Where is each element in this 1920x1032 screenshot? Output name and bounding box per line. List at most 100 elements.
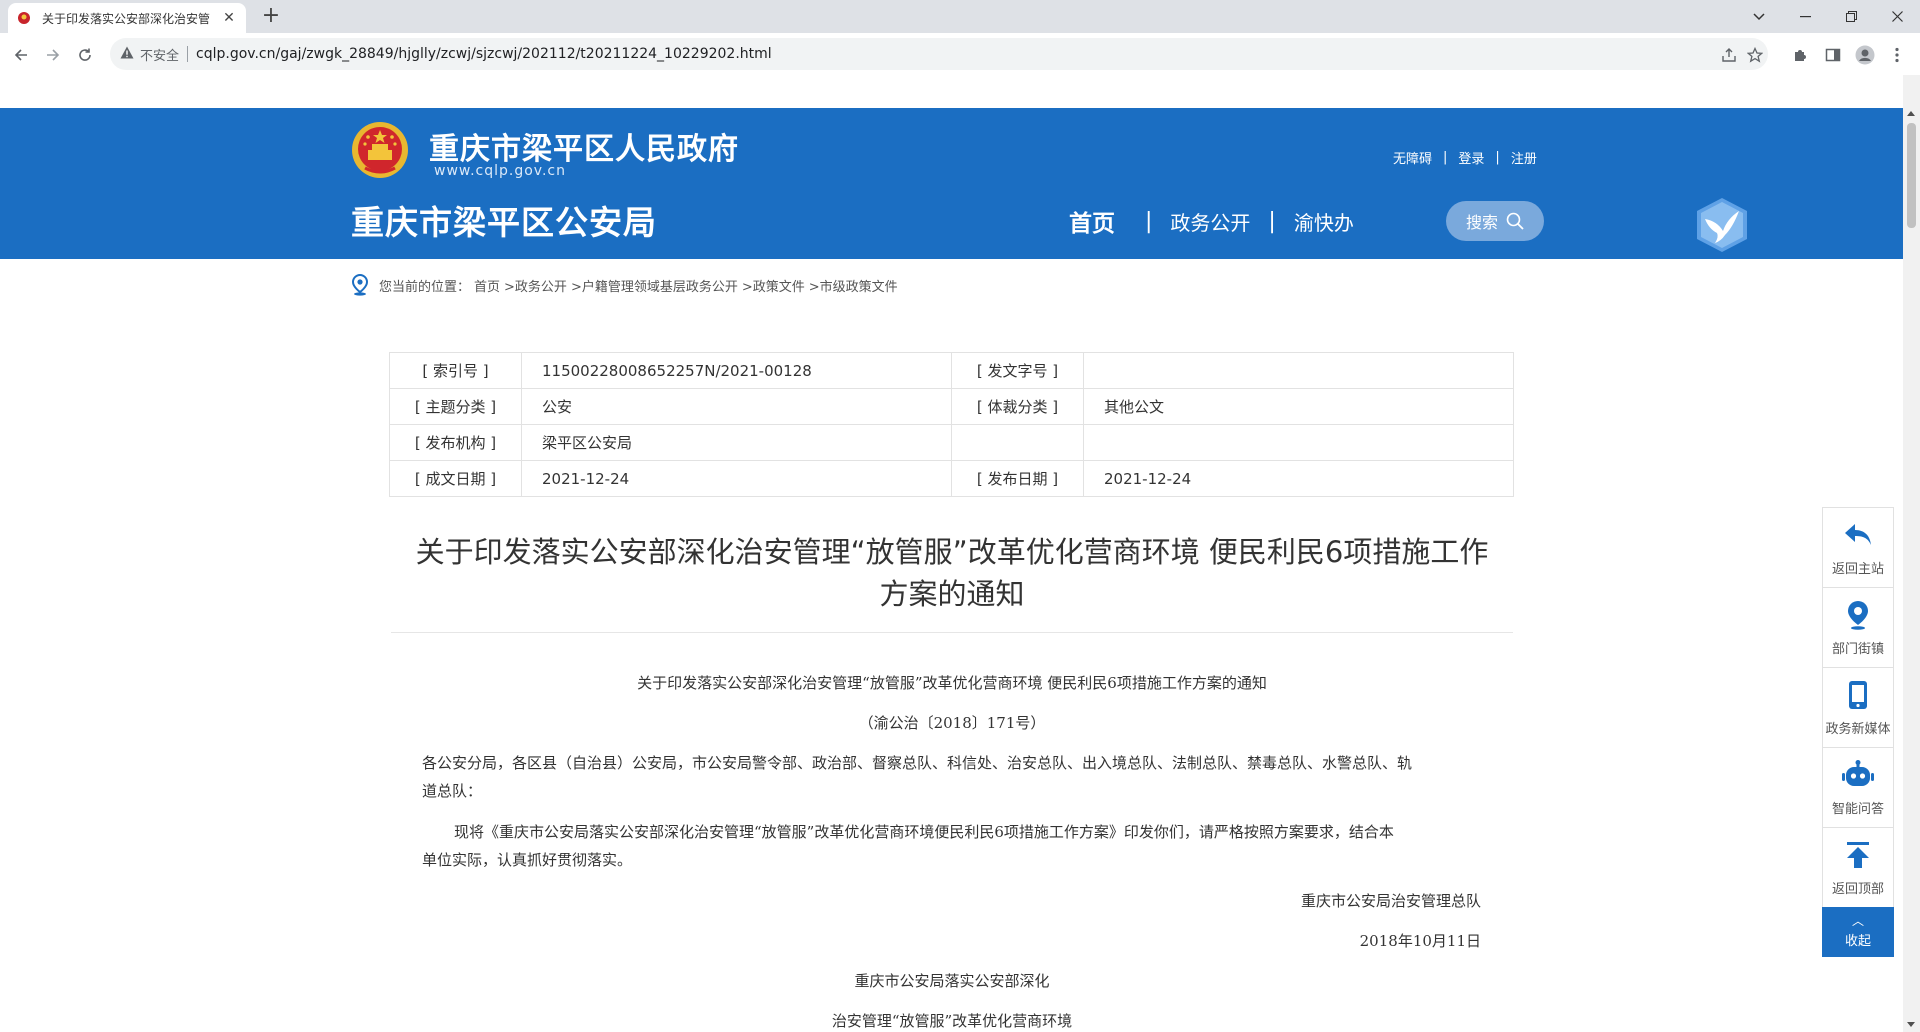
nav-yukuaiban[interactable]: 渝快办 <box>1294 207 1354 236</box>
gov-new-media-button[interactable]: 政务新媒体 <box>1822 667 1894 747</box>
breadcrumb-policy-docs[interactable]: >政策文件 <box>742 276 805 295</box>
meta-label: [ 发布日期 ] <box>951 460 1084 497</box>
nav-separator: | <box>1145 208 1153 234</box>
chevron-up-icon: ︿ <box>1851 914 1864 928</box>
tab-search-icon[interactable] <box>1736 0 1782 33</box>
breadcrumb-gov-affairs[interactable]: >政务公开 <box>504 276 567 295</box>
omnibox-divider <box>187 46 189 62</box>
search-button[interactable]: 搜索 <box>1446 201 1544 241</box>
mobile-phone-icon <box>1841 678 1875 712</box>
collapse-label: 收起 <box>1844 934 1871 949</box>
article-paragraph: 现将《重庆市公安局落实公安部深化治安管理“放管服”改革优化营商环境便民利民6项措… <box>422 818 1512 874</box>
close-window-icon[interactable] <box>1874 0 1920 33</box>
link-separator: | <box>1443 150 1448 165</box>
departments-towns-button[interactable]: 部门街镇 <box>1822 587 1894 667</box>
search-icon <box>1506 212 1524 230</box>
back-icon[interactable] <box>9 43 33 67</box>
title-divider <box>391 632 1513 633</box>
warning-icon[interactable] <box>120 46 134 63</box>
dove-logo-icon[interactable] <box>1695 197 1749 253</box>
profile-avatar-icon[interactable] <box>1855 45 1875 65</box>
scroll-down-arrow-icon[interactable] <box>1907 1022 1915 1027</box>
page-scrollbar[interactable] <box>1903 75 1920 1032</box>
meta-label: [ 体裁分类 ] <box>951 388 1084 425</box>
robot-icon <box>1841 758 1875 792</box>
address-bar[interactable]: 不安全 cqlp.gov.cn/gaj/zwgk_28849/hjglly/zc… <box>110 38 1768 70</box>
gov-site-name[interactable]: 重庆市梁平区人民政府 <box>429 124 739 168</box>
breadcrumb-prefix: 您当前的位置： <box>379 279 471 295</box>
location-marker-icon <box>1841 598 1875 632</box>
meta-value: 其他公文 <box>1083 388 1514 425</box>
site-header: 重庆市梁平区人民政府 www.cqlp.gov.cn 重庆市梁平区公安局 无障碍… <box>0 108 1903 259</box>
breadcrumb-home[interactable]: 首页 <box>474 276 500 295</box>
browser-menu-icon[interactable] <box>1887 45 1907 65</box>
link-separator: | <box>1495 150 1500 165</box>
return-arrow-icon <box>1841 518 1875 552</box>
signer: 重庆市公安局治安管理总队 <box>1300 892 1481 910</box>
restore-icon[interactable] <box>1828 0 1874 33</box>
arrow-up-to-top-icon <box>1841 838 1875 872</box>
article-subtitle: 关于印发落实公安部深化治安管理“放管服”改革优化营商环境 便民利民6项措施工作方… <box>637 674 1267 692</box>
paragraph-line: 现将《重庆市公安局落实公安部深化治安管理“放管服”改革优化营商环境便民利民6项措… <box>454 823 1394 841</box>
meta-value: 公安 <box>521 388 952 425</box>
meta-value: 2021-12-24 <box>521 460 952 497</box>
meta-label: [ 主题分类 ] <box>389 388 522 425</box>
page-viewport: 重庆市梁平区人民政府 www.cqlp.gov.cn 重庆市梁平区公安局 无障碍… <box>0 75 1903 1032</box>
tab-title: 关于印发落实公安部深化治安管 <box>42 11 211 26</box>
main-nav: 首页 | 政务公开 | 渝快办 <box>1069 204 1354 238</box>
floating-sidebar: 返回主站 部门街镇 政务新媒体 智能问答 返回顶部 ︿ 收起 <box>1822 507 1894 957</box>
share-icon[interactable] <box>1720 46 1738 64</box>
meta-value <box>1083 352 1514 389</box>
scroll-up-arrow-icon[interactable] <box>1907 111 1915 116</box>
side-panel-icon[interactable] <box>1823 45 1843 65</box>
meta-value: 梁平区公安局 <box>521 424 952 461</box>
document-number: （渝公治〔2018〕171号） <box>858 714 1046 732</box>
breadcrumb-city-policy[interactable]: >市级政策文件 <box>809 276 898 295</box>
meta-row: [ 索引号 ] 11500228008652257N/2021-00128 [ … <box>389 352 1514 389</box>
nav-gov-affairs[interactable]: 政务公开 <box>1170 207 1250 236</box>
tab-close-icon[interactable]: ✕ <box>220 10 238 26</box>
browser-tabbar: 关于印发落实公安部深化治安管 ✕ + <box>0 0 1920 33</box>
meta-value <box>1083 424 1514 461</box>
addressees-line: 各公安分局，各区县（自治县）公安局，市公安局警令部、政治部、督察总队、科信处、治… <box>422 754 1413 772</box>
browser-tab[interactable]: 关于印发落实公安部深化治安管 ✕ <box>8 3 246 33</box>
meta-value: 2021-12-24 <box>1083 460 1514 497</box>
document-meta-table: [ 索引号 ] 11500228008652257N/2021-00128 [ … <box>389 352 1514 497</box>
sign-date: 2018年10月11日 <box>1359 932 1481 950</box>
meta-row: [ 发布机构 ] 梁平区公安局 <box>389 424 1514 461</box>
minimize-icon[interactable] <box>1782 0 1828 33</box>
meta-row: [ 成文日期 ] 2021-12-24 [ 发布日期 ] 2021-12-24 <box>389 460 1514 497</box>
register-link[interactable]: 注册 <box>1511 148 1537 167</box>
breadcrumb-household[interactable]: >户籍管理领域基层政务公开 <box>571 276 738 295</box>
meta-label: [ 成文日期 ] <box>389 460 522 497</box>
bookmark-star-icon[interactable] <box>1746 46 1764 64</box>
reload-icon[interactable] <box>73 43 97 67</box>
meta-label: [ 发文字号 ] <box>951 352 1084 389</box>
gov-favicon-icon <box>16 10 32 26</box>
breadcrumb: 您当前的位置： 首页 >政务公开 >户籍管理领域基层政务公开 >政策文件 >市级… <box>351 274 902 296</box>
scroll-thumb[interactable] <box>1907 123 1916 228</box>
national-emblem-icon[interactable] <box>351 120 409 180</box>
meta-value: 11500228008652257N/2021-00128 <box>521 352 952 389</box>
gov-site-url: www.cqlp.gov.cn <box>434 163 566 179</box>
meta-label: [ 发布机构 ] <box>389 424 522 461</box>
meta-label <box>951 424 1084 461</box>
article-title-line: 方案的通知 <box>879 577 1025 611</box>
addressees: 各公安分局，各区县（自治县）公安局，市公安局警令部、政治部、督察总队、科信处、治… <box>422 749 1512 805</box>
login-link[interactable]: 登录 <box>1458 148 1484 167</box>
smart-qa-button[interactable]: 智能问答 <box>1822 747 1894 827</box>
addressees-line: 道总队： <box>422 782 483 800</box>
security-label[interactable]: 不安全 <box>140 45 179 64</box>
url-text[interactable]: cqlp.gov.cn/gaj/zwgk_28849/hjglly/zcwj/s… <box>196 46 772 62</box>
back-to-top-button[interactable]: 返回顶部 <box>1822 827 1894 907</box>
back-to-main-site-button[interactable]: 返回主站 <box>1822 507 1894 587</box>
header-top-links: 无障碍 | 登录 | 注册 <box>1393 148 1537 167</box>
collapse-button[interactable]: ︿ 收起 <box>1822 907 1894 957</box>
bureau-name[interactable]: 重庆市梁平区公安局 <box>351 196 657 244</box>
forward-icon[interactable] <box>41 43 65 67</box>
browser-toolbar: 不安全 cqlp.gov.cn/gaj/zwgk_28849/hjglly/zc… <box>0 33 1920 75</box>
nav-home[interactable]: 首页 <box>1069 204 1115 238</box>
extensions-icon[interactable] <box>1790 45 1810 65</box>
accessibility-link[interactable]: 无障碍 <box>1393 148 1432 167</box>
new-tab-button[interactable]: + <box>258 4 284 30</box>
